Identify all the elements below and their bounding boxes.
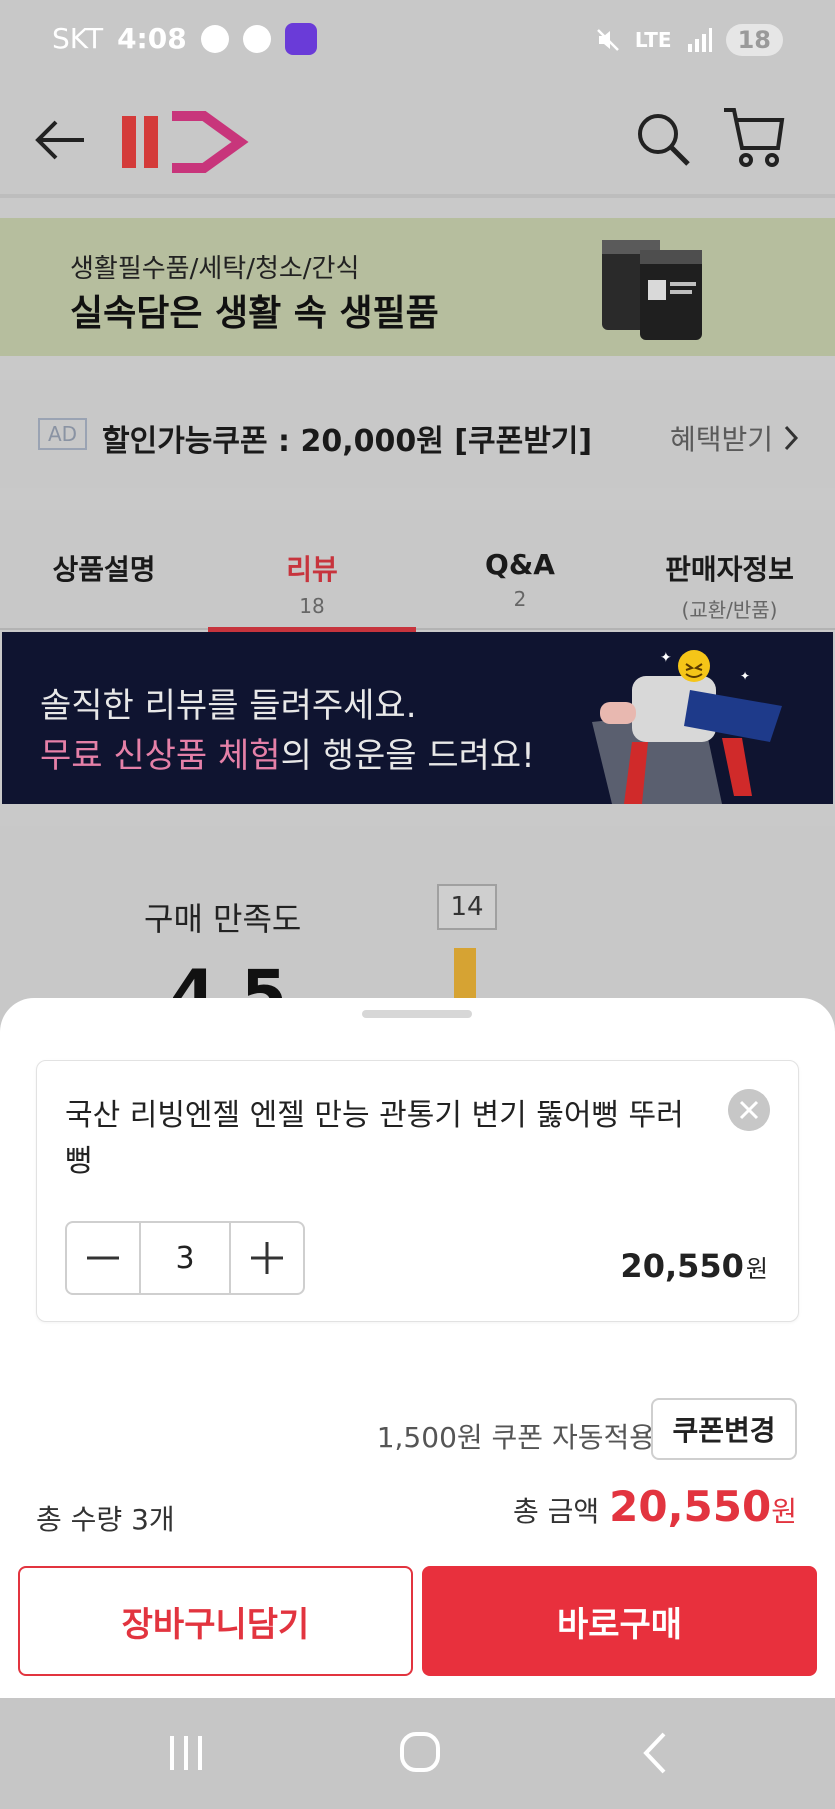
chat-bubble-icon xyxy=(242,24,271,53)
signal-icon xyxy=(687,28,712,52)
option-price: 20,550원 xyxy=(620,1247,768,1285)
app-notification-icon xyxy=(284,22,317,55)
option-price-value: 20,550 xyxy=(620,1247,744,1285)
product-tabs: 상품설명 리뷰 18 Q&A 2 판매자정보 (교환/반품) xyxy=(0,510,835,632)
total-amount-label: 총 금액 xyxy=(512,1495,600,1528)
recent-apps-icon[interactable] xyxy=(156,1728,216,1778)
coupon-text[interactable]: 할인가능쿠폰 : 20,000원 [쿠폰받기] xyxy=(102,416,592,460)
option-price-unit: 원 xyxy=(745,1255,768,1283)
carrier-label: SKT xyxy=(52,22,104,55)
purchase-bottom-sheet: 국산 리빙엔젤 엔젤 만능 관통기 변기 뚫어뻥 뚜러뻥 3 20,550원 1… xyxy=(0,998,835,1698)
coupon-applied-text: 1,500원 쿠폰 자동적용 xyxy=(376,1421,655,1454)
promo-subtitle: 생활필수품/세탁/청소/간식 xyxy=(70,254,360,284)
battery-indicator: 18 xyxy=(725,24,783,56)
banner-highlight: 무료 신상품 체험 xyxy=(40,736,281,776)
tab-qna[interactable]: Q&A 2 xyxy=(416,510,624,630)
home-icon[interactable] xyxy=(390,1728,450,1778)
system-nav-bar xyxy=(0,1698,835,1809)
total-amount-unit: 원 xyxy=(771,1495,797,1528)
total-quantity: 총 수량 3개 xyxy=(36,1503,175,1536)
clock: 4:08 xyxy=(117,22,187,55)
total-amount-value-group: 20,550원 xyxy=(609,1482,797,1531)
tab-count: (교환/반품) xyxy=(681,598,778,622)
benefit-link[interactable]: 혜택받기 xyxy=(670,418,799,458)
rating-bar-tooltip: 14 xyxy=(437,884,497,930)
mute-icon xyxy=(596,29,619,51)
option-title: 국산 리빙엔젤 엔젤 만능 관통기 변기 뚫어뻥 뚜러뻥 xyxy=(65,1098,684,1179)
svg-text:✦: ✦ xyxy=(740,669,750,683)
total-amount: 총 금액 20,550원 xyxy=(513,1482,797,1531)
search-icon[interactable] xyxy=(634,110,694,170)
svg-text:✦: ✦ xyxy=(660,650,672,666)
increase-button[interactable] xyxy=(231,1223,303,1293)
banner-line-2-rest: 의 행운을 드려요! xyxy=(280,736,535,776)
quantity-stepper: 3 xyxy=(65,1221,305,1295)
eleven-street-logo[interactable] xyxy=(118,104,250,176)
chevron-right-icon xyxy=(784,425,799,451)
close-icon[interactable] xyxy=(728,1089,770,1131)
tissue-product-image xyxy=(602,240,702,340)
decrease-button[interactable] xyxy=(67,1223,139,1293)
coupon-change-button[interactable]: 쿠폰변경 xyxy=(651,1398,797,1460)
tab-label: 리뷰 xyxy=(286,553,338,586)
tab-review[interactable]: 리뷰 18 xyxy=(208,510,416,632)
tab-label: 판매자정보 xyxy=(665,553,794,586)
tab-count: 18 xyxy=(299,594,325,618)
plus-icon xyxy=(251,1242,283,1274)
banner-line-2: 무료 신상품 체험의 행운을 드려요! xyxy=(40,728,535,777)
tab-count: 2 xyxy=(513,587,527,611)
network-label: LTE xyxy=(634,28,672,52)
promo-title: 실속담은 생활 속 생필품 xyxy=(70,293,439,334)
camera-shutter-icon xyxy=(200,24,229,53)
tab-label: Q&A xyxy=(485,548,555,581)
quantity-value[interactable]: 3 xyxy=(139,1223,231,1293)
review-event-banner[interactable]: 솔직한 리뷰를 들려주세요. 무료 신상품 체험의 행운을 드려요! ✦ ✦ xyxy=(2,632,833,804)
banner-line-1: 솔직한 리뷰를 들려주세요. xyxy=(40,686,417,726)
app-header xyxy=(0,86,835,198)
benefit-label: 혜택받기 xyxy=(669,423,773,456)
status-bar: SKT 4:08 LTE 18 xyxy=(0,0,835,86)
satisfaction-label: 구매 만족도 xyxy=(144,900,302,938)
gift-box-illustration: ✦ ✦ xyxy=(592,650,782,804)
cart-icon[interactable] xyxy=(722,104,786,170)
selected-option-card: 국산 리빙엔젤 엔젤 만능 관통기 변기 뚫어뻥 뚜러뻥 3 20,550원 xyxy=(36,1060,799,1322)
promo-banner[interactable]: 생활필수품/세탁/청소/간식 실속담은 생활 속 생필품 xyxy=(0,218,835,356)
tab-label: 상품설명 xyxy=(52,553,156,586)
back-nav-icon[interactable] xyxy=(626,1728,686,1778)
minus-icon xyxy=(87,1256,119,1260)
tab-description[interactable]: 상품설명 xyxy=(0,510,208,630)
ad-badge: AD xyxy=(38,418,88,450)
buy-now-button[interactable]: 바로구매 xyxy=(422,1566,817,1676)
tab-seller-info[interactable]: 판매자정보 (교환/반품) xyxy=(624,510,835,630)
total-amount-value: 20,550 xyxy=(609,1482,772,1531)
add-to-cart-button[interactable]: 장바구니담기 xyxy=(18,1566,413,1676)
back-arrow-icon[interactable] xyxy=(32,112,88,168)
satisfaction-section: 구매 만족도 4.5 14 xyxy=(0,826,835,1033)
sheet-drag-handle[interactable] xyxy=(362,1010,472,1018)
coupon-row[interactable]: AD 할인가능쿠폰 : 20,000원 [쿠폰받기] 혜택받기 xyxy=(0,380,835,488)
